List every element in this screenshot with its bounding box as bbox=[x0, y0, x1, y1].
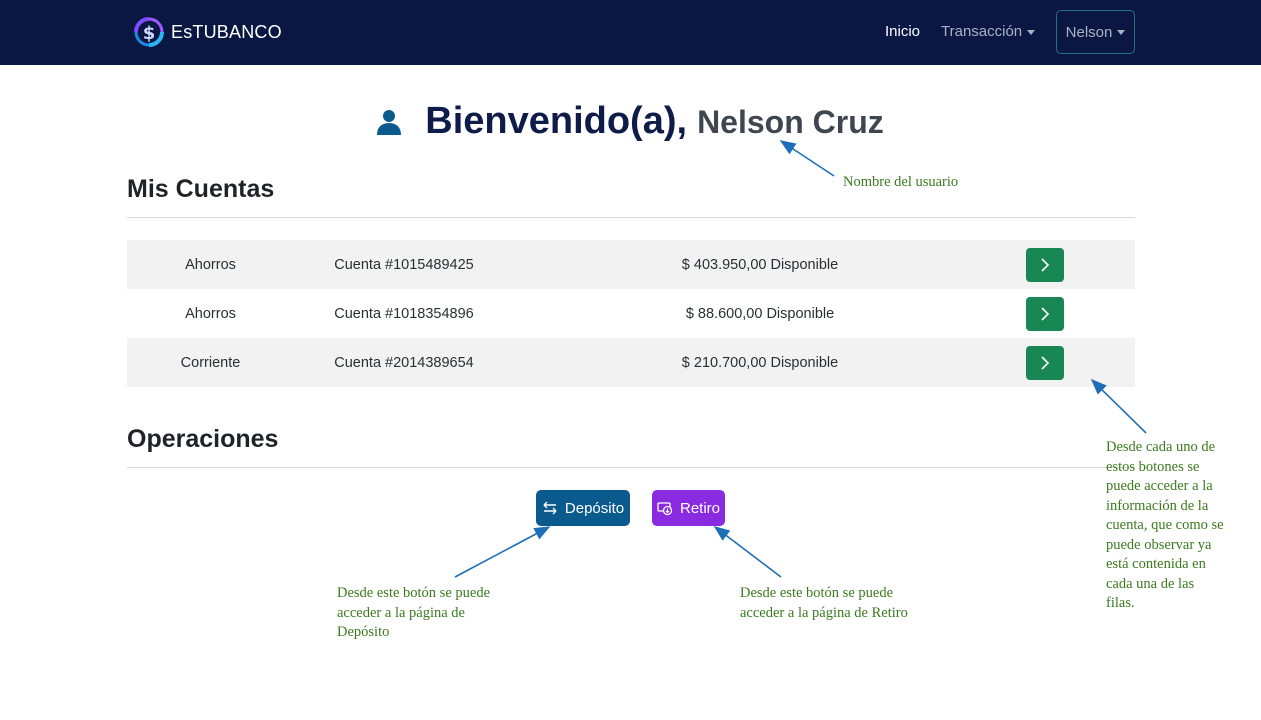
account-type: Corriente bbox=[180, 354, 241, 371]
brand[interactable]: $ EsTUBANCO bbox=[127, 10, 282, 54]
welcome-header: Bienvenido(a), Nelson Cruz bbox=[0, 100, 1261, 143]
account-type: Ahorros bbox=[185, 256, 236, 273]
retiro-label: Retiro bbox=[679, 499, 720, 517]
account-row: Corriente Cuenta #2014389654 $ 210.700,0… bbox=[127, 338, 1135, 387]
chevron-right-icon bbox=[1041, 355, 1050, 370]
navbar: $ EsTUBANCO Inicio Transacción Nelson bbox=[0, 0, 1261, 65]
brand-logo-icon: $ bbox=[130, 13, 168, 51]
mis-cuentas-title: Mis Cuentas bbox=[127, 175, 275, 203]
cash-withdraw-icon bbox=[657, 502, 673, 516]
person-icon bbox=[377, 109, 402, 135]
arrow-nombre bbox=[779, 140, 835, 177]
divider bbox=[127, 467, 1135, 468]
nav-transaccion-dropdown[interactable]: Transacción bbox=[941, 23, 1036, 40]
caret-down-icon bbox=[1027, 29, 1036, 35]
user-menu-button[interactable]: Nelson bbox=[1056, 10, 1135, 54]
account-number: Cuenta #1018354896 bbox=[334, 305, 474, 322]
account-type: Ahorros bbox=[185, 305, 236, 322]
account-balance: $ 88.600,00 Disponible bbox=[685, 305, 835, 322]
chevron-right-icon bbox=[1041, 306, 1050, 321]
account-detail-button[interactable] bbox=[1026, 296, 1064, 331]
divider bbox=[127, 217, 1135, 218]
account-row: Ahorros Cuenta #1015489425 $ 403.950,00 … bbox=[127, 240, 1135, 289]
annotation-deposito: Desde este botón se puede acceder a la p… bbox=[337, 585, 491, 640]
annotation-retiro: Desde este botón se puede acceder a la p… bbox=[740, 585, 908, 621]
account-number: Cuenta #2014389654 bbox=[334, 354, 474, 371]
arrow-botones bbox=[1090, 378, 1147, 434]
swap-arrows-icon bbox=[543, 501, 557, 515]
account-balance: $ 403.950,00 Disponible bbox=[681, 256, 839, 273]
operaciones-title: Operaciones bbox=[127, 425, 279, 453]
user-menu-label: Nelson bbox=[1065, 23, 1113, 41]
nav-inicio[interactable]: Inicio bbox=[885, 23, 920, 40]
welcome-greeting: Bienvenido(a), bbox=[425, 100, 688, 142]
account-number: Cuenta #1015489425 bbox=[334, 256, 474, 273]
deposito-button[interactable]: Depósito bbox=[536, 490, 630, 526]
arrow-retiro bbox=[713, 526, 782, 578]
svg-text:$: $ bbox=[143, 23, 156, 44]
deposito-label: Depósito bbox=[564, 499, 625, 517]
annotation-nombre: Nombre del usuario bbox=[843, 174, 959, 190]
chevron-right-icon bbox=[1041, 257, 1050, 272]
nav-transaccion-label: Transacción bbox=[941, 23, 1023, 40]
annotation-botones: Desde cada uno de estos botones se puede… bbox=[1106, 439, 1224, 611]
brand-name: EsTUBANCO bbox=[171, 21, 282, 42]
accounts-table: Ahorros Cuenta #1015489425 $ 403.950,00 … bbox=[127, 240, 1135, 387]
account-balance: $ 210.700,00 Disponible bbox=[681, 354, 839, 371]
caret-down-icon bbox=[1117, 29, 1126, 35]
arrow-deposito bbox=[454, 526, 551, 578]
account-row: Ahorros Cuenta #1018354896 $ 88.600,00 D… bbox=[127, 289, 1135, 338]
user-name: Nelson Cruz bbox=[697, 104, 884, 140]
retiro-button[interactable]: Retiro bbox=[652, 490, 725, 526]
account-detail-button[interactable] bbox=[1026, 247, 1064, 282]
account-detail-button[interactable] bbox=[1026, 345, 1064, 380]
